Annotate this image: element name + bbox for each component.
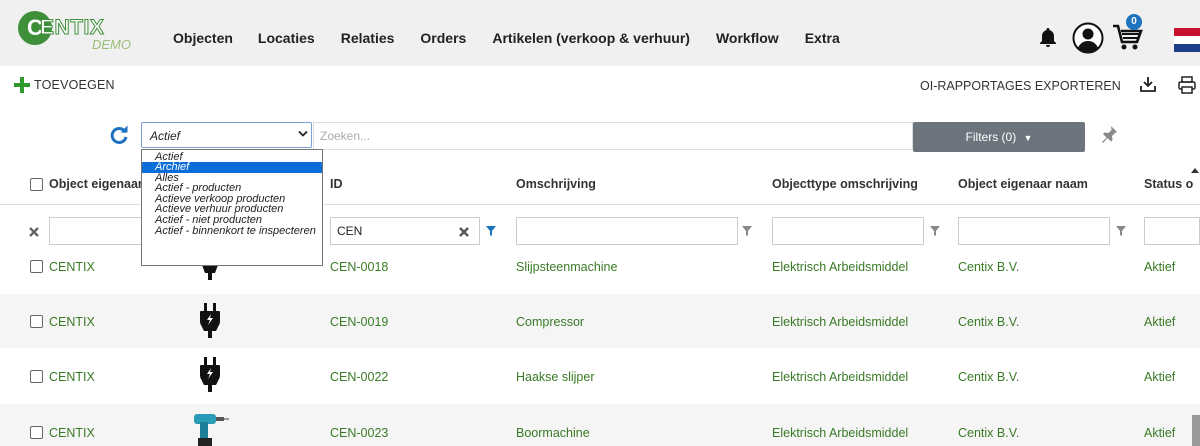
cell-id[interactable]: CEN-0019 [330,315,388,329]
cart-count-badge: 0 [1126,14,1142,30]
row-checkbox[interactable] [30,370,43,383]
cell-objecttype[interactable]: Elektrisch Arbeidsmiddel [772,370,908,384]
row-checkbox[interactable] [30,426,43,439]
cell-id[interactable]: CEN-0023 [330,426,388,440]
filter-funnel-icon[interactable] [930,226,940,236]
clear-filters-icon[interactable] [28,226,40,238]
add-button[interactable]: TOEVOEGEN [14,77,115,93]
column-header-id[interactable]: ID [330,164,343,204]
column-header-objecttype[interactable]: Objecttype omschrijving [772,164,918,204]
vertical-scrollbar-thumb[interactable] [1192,415,1200,446]
download-icon[interactable] [1140,76,1156,92]
filters-button-label: Filters (0) [965,130,1017,144]
cell-description[interactable]: Compressor [516,315,584,329]
cell-status[interactable]: Aktief [1144,426,1175,440]
cell-objecttype[interactable]: Elektrisch Arbeidsmiddel [772,315,908,329]
user-avatar-icon[interactable] [1072,22,1104,54]
cell-status[interactable]: Aktief [1144,370,1175,384]
cell-id[interactable]: CEN-0022 [330,370,388,384]
table-row[interactable]: CENTIX CEN-0023 Boormachine Elektrisch A… [0,404,1200,446]
status-option[interactable]: Actief - niet producten [142,215,322,226]
status-options-list: Actief Archief Alles Actief - producten … [141,149,323,266]
cell-objecttype[interactable]: Elektrisch Arbeidsmiddel [772,260,908,274]
chevron-down-icon [298,130,308,137]
dutch-flag-icon[interactable] [1174,28,1200,52]
cell-owner[interactable]: CENTIX [49,370,95,384]
drill-icon [194,414,229,446]
print-icon[interactable] [1178,76,1196,94]
cell-owner[interactable]: CENTIX [49,426,95,440]
row-checkbox[interactable] [30,315,43,328]
table-row[interactable]: CENTIX CEN-0019 Compressor Elektrisch Ar… [0,294,1200,348]
nav-item-workflow[interactable]: Workflow [716,30,779,46]
status-select[interactable]: Actief [141,122,312,148]
row-checkbox[interactable] [30,260,43,273]
top-navigation: C ENTIX DEMO Objecten Locaties Relaties … [0,0,1200,66]
filters-dropdown-button[interactable]: Filters (0) ▼ [913,122,1085,152]
filter-funnel-icon-active[interactable] [486,226,496,236]
nav-item-locaties[interactable]: Locaties [258,30,315,46]
plus-icon [14,77,30,93]
column-header-omschrijving[interactable]: Omschrijving [516,164,596,204]
app-root: C ENTIX DEMO Objecten Locaties Relaties … [0,0,1200,446]
cell-owner-name[interactable]: Centix B.V. [958,370,1019,384]
column-header-status[interactable]: Status o [1144,164,1193,204]
refresh-icon[interactable] [108,124,130,146]
logo-subtitle: DEMO [92,37,131,52]
nav-item-artikelen[interactable]: Artikelen (verkoop & verhuur) [492,30,690,46]
clear-id-filter-icon[interactable] [458,226,470,238]
bell-icon[interactable] [1036,26,1060,50]
cell-objecttype[interactable]: Elektrisch Arbeidsmiddel [772,426,908,440]
cell-description[interactable]: Boormachine [516,426,590,440]
cell-id[interactable]: CEN-0018 [330,260,388,274]
column-header-object-eigenaar[interactable]: Object eigenaar [49,164,143,204]
search-input[interactable] [313,122,913,150]
centix-logo[interactable]: C ENTIX DEMO [16,9,146,55]
add-button-label: TOEVOEGEN [34,78,115,92]
cell-owner-name[interactable]: Centix B.V. [958,315,1019,329]
cell-owner-name[interactable]: Centix B.V. [958,426,1019,440]
scroll-up-arrow-icon[interactable] [1190,166,1200,174]
export-reports-button[interactable]: OI-RAPPORTAGES EXPORTEREN [920,79,1121,93]
nav-item-objecten[interactable]: Objecten [173,30,233,46]
action-toolbar: TOEVOEGEN OI-RAPPORTAGES EXPORTEREN [0,66,1200,104]
select-all-checkbox[interactable] [30,178,43,191]
main-menu: Objecten Locaties Relaties Orders Artike… [173,30,840,46]
status-option[interactable]: Actief - binnenkort te inspecteren [142,225,322,238]
plug-icon [200,357,220,392]
cell-owner[interactable]: CENTIX [49,260,95,274]
cell-description[interactable]: Slijpsteenmachine [516,260,617,274]
plug-icon [200,303,220,338]
status-option-highlighted[interactable]: Archief [142,162,322,173]
column-header-eigenaar-naam[interactable]: Object eigenaar naam [958,164,1088,204]
nav-item-relaties[interactable]: Relaties [341,30,395,46]
table-row[interactable]: CENTIX CEN-0022 Haakse slijper Elektrisc… [0,348,1200,404]
nav-item-extra[interactable]: Extra [805,30,840,46]
cell-description[interactable]: Haakse slijper [516,370,595,384]
nav-item-orders[interactable]: Orders [420,30,466,46]
caret-down-icon: ▼ [1023,133,1033,143]
filter-funnel-icon[interactable] [1116,226,1126,236]
pin-icon[interactable] [1100,125,1118,143]
cell-owner[interactable]: CENTIX [49,315,95,329]
cell-owner-name[interactable]: Centix B.V. [958,260,1019,274]
cell-status[interactable]: Aktief [1144,315,1175,329]
cell-status[interactable]: Aktief [1144,260,1175,274]
filter-funnel-icon[interactable] [742,226,752,236]
